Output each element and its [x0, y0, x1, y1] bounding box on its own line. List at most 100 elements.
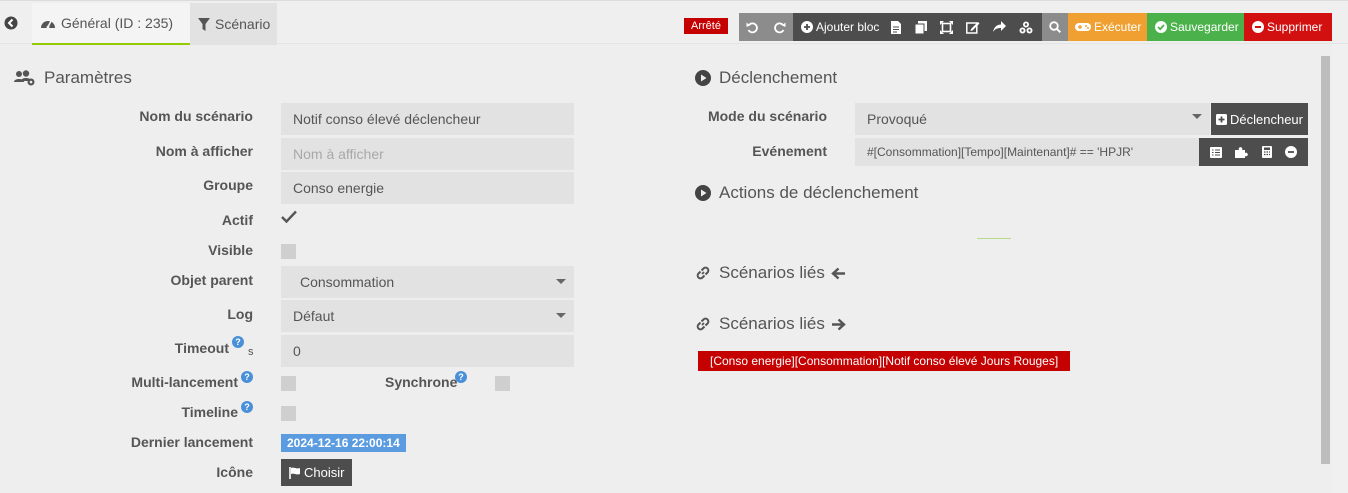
scrollbar-track[interactable] — [1332, 44, 1348, 493]
gamepad-icon — [1075, 22, 1091, 32]
undo-icon — [746, 21, 759, 34]
display-name-label: Nom à afficher — [155, 143, 253, 159]
log-select[interactable]: Défaut — [281, 300, 574, 332]
link-icon — [695, 316, 711, 332]
linked-in-title: Scénarios liés — [695, 263, 846, 283]
calculator-icon[interactable] — [1261, 146, 1272, 158]
expand-icon[interactable] — [940, 20, 954, 34]
save-button[interactable]: Sauvegarder — [1147, 13, 1244, 41]
minus-circle-icon — [1252, 21, 1264, 33]
link-icon — [695, 265, 711, 281]
timeout-field[interactable]: 0 — [281, 335, 574, 367]
save-label: Sauvegarder — [1170, 20, 1239, 34]
execute-button[interactable]: Exécuter — [1068, 13, 1147, 41]
redo-button[interactable] — [765, 13, 793, 41]
top-bar: Général (ID : 235) Scénario Arrêté Ajout… — [0, 0, 1348, 45]
trigger-section-title: Déclenchement — [695, 68, 837, 88]
sync-checkbox[interactable] — [495, 376, 510, 391]
parent-object-label: Objet parent — [170, 272, 253, 288]
tab-scenario[interactable]: Scénario — [190, 3, 277, 45]
multi-launch-label: Multi-lancement — [131, 374, 238, 390]
back-icon — [4, 16, 18, 30]
parent-object-value: Consommation — [300, 274, 395, 290]
visible-checkbox[interactable] — [281, 244, 296, 259]
flag-icon — [289, 466, 301, 479]
multi-launch-checkbox[interactable] — [281, 376, 296, 391]
linked-out-title: Scénarios liés — [695, 314, 846, 334]
back-button[interactable] — [0, 6, 22, 40]
execute-label: Exécuter — [1094, 20, 1142, 34]
timeline-label: Timeline — [181, 404, 238, 420]
list-icon[interactable] — [1209, 146, 1222, 158]
timeline-help-icon[interactable]: ? — [241, 401, 253, 413]
timeline-checkbox[interactable] — [281, 406, 296, 421]
timeout-label: Timeout — [174, 340, 229, 356]
last-run-badge: 2024-12-16 22:00:14 — [281, 434, 406, 452]
delete-label: Supprimer — [1267, 20, 1323, 34]
tab-general-label: Général (ID : 235) — [61, 15, 174, 31]
share-icon[interactable] — [993, 21, 1007, 33]
chevron-down-icon — [1192, 114, 1202, 119]
block-toolbar: Ajouter bloc — [793, 13, 1042, 41]
copy-icon[interactable] — [915, 20, 928, 34]
sync-help-icon[interactable]: ? — [455, 371, 467, 383]
event-label: Evénement — [752, 143, 827, 159]
search-button[interactable] — [1042, 13, 1068, 41]
trigger-title: Déclenchement — [719, 68, 838, 87]
mode-value: Provoqué — [867, 111, 927, 127]
puzzle-icon[interactable] — [1235, 146, 1249, 158]
params-section-title: Paramètres — [14, 68, 132, 88]
edit-icon[interactable] — [966, 21, 980, 34]
tab-scenario-label: Scénario — [215, 16, 271, 32]
linked-in-label: Scénarios liés — [719, 263, 825, 282]
event-actions — [1199, 138, 1308, 166]
minus-circle-icon[interactable] — [1285, 146, 1298, 158]
linked-scenario-badge[interactable]: [Conso energie][Consommation][Notif cons… — [698, 351, 1071, 371]
filter-icon — [198, 17, 210, 31]
file-icon[interactable] — [891, 20, 902, 34]
visible-label: Visible — [208, 242, 253, 258]
multi-launch-help-icon[interactable]: ? — [241, 371, 253, 383]
users-cog-icon — [14, 70, 36, 86]
timeout-unit: s — [248, 346, 254, 358]
active-checkbox[interactable] — [281, 210, 297, 224]
delete-button[interactable]: Supprimer — [1244, 13, 1332, 41]
play-circle-icon — [695, 70, 711, 86]
params-title: Paramètres — [44, 68, 132, 87]
sync-label: Synchrone — [385, 374, 458, 390]
tab-general[interactable]: Général (ID : 235) — [32, 3, 190, 45]
plus-square-icon — [1216, 113, 1227, 125]
display-name-field[interactable]: Nom à afficher — [281, 138, 574, 170]
last-run-label: Dernier lancement — [130, 434, 253, 450]
log-value: Défaut — [293, 308, 335, 324]
icon-label: Icône — [216, 464, 253, 480]
search-icon — [1049, 21, 1061, 33]
event-field[interactable]: #[Consommation][Tempo][Maintenant]# == '… — [855, 138, 1200, 166]
mode-select[interactable]: Provoqué — [855, 103, 1210, 135]
group-field[interactable]: Conso energie — [281, 172, 574, 204]
arrow-left-icon — [831, 267, 846, 280]
choose-icon-button[interactable]: Choisir — [281, 459, 353, 486]
mode-label: Mode du scénario — [707, 108, 827, 124]
top-border — [0, 0, 1348, 1]
linked-out-label: Scénarios liés — [719, 314, 825, 333]
status-badge: Arrêté — [684, 18, 728, 34]
trigger-actions-title: Actions de déclenchement — [695, 183, 918, 203]
dashboard-icon — [40, 16, 56, 30]
scrollbar-thumb[interactable] — [1321, 56, 1330, 464]
parent-object-select[interactable]: Consommation — [281, 266, 574, 298]
add-trigger-button[interactable]: Déclencheur — [1211, 103, 1308, 135]
timeout-help-icon[interactable]: ? — [232, 336, 244, 348]
add-block-button[interactable]: Ajouter bloc — [816, 20, 879, 34]
active-label: Actif — [221, 212, 253, 228]
scenario-name-field[interactable]: Notif conso élevé déclencheur — [281, 103, 574, 135]
redo-icon — [773, 21, 786, 34]
plus-circle-icon — [801, 21, 813, 33]
group-label: Groupe — [203, 177, 253, 193]
arrow-right-icon — [831, 318, 846, 331]
chevron-down-icon — [556, 313, 566, 318]
cubes-icon[interactable] — [1019, 21, 1033, 34]
chevron-down-icon — [556, 279, 566, 284]
undo-button[interactable] — [739, 13, 765, 41]
add-trigger-label: Déclencheur — [1230, 111, 1303, 127]
